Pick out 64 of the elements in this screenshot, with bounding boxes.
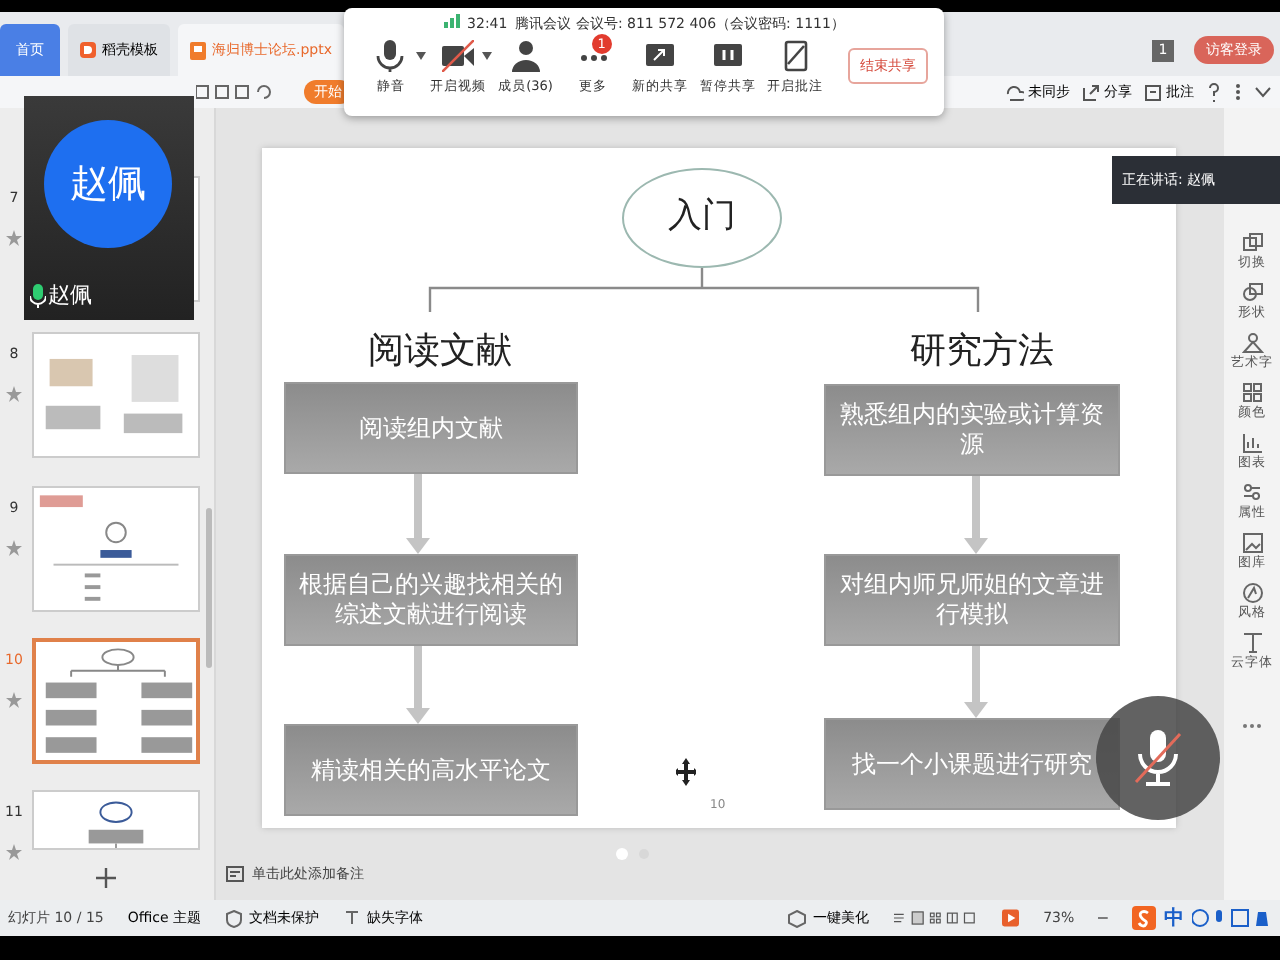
step-box: 精读相关的高水平论文	[284, 724, 578, 816]
star-icon[interactable]	[6, 229, 22, 245]
color-icon	[1241, 382, 1263, 404]
caret-icon[interactable]	[415, 51, 426, 59]
gallery-icon	[1241, 532, 1263, 554]
star-icon[interactable]	[6, 843, 22, 859]
more-icon	[577, 53, 610, 61]
font-icon	[343, 910, 360, 926]
switch-icon	[1241, 232, 1263, 254]
microphone-icon	[30, 283, 46, 308]
star-icon[interactable]	[6, 539, 22, 555]
chart-icon	[1241, 432, 1263, 454]
step-box: 阅读组内文献	[284, 382, 578, 474]
step-box: 找一个小课题进行研究	[824, 718, 1120, 810]
shield-icon	[225, 909, 242, 927]
props-icon	[1241, 482, 1263, 504]
help-icon[interactable]	[1206, 82, 1222, 102]
step-box: 对组内师兄师姐的文章进行模拟	[824, 554, 1120, 646]
more-icon[interactable]	[1234, 82, 1242, 102]
slide-thumbnail[interactable]	[32, 332, 200, 458]
mic-icon	[374, 39, 407, 71]
pause-icon	[711, 39, 744, 71]
participant-name: 赵佩	[48, 279, 92, 311]
file-icon	[190, 41, 206, 59]
step-box: 熟悉组内的实验或计算资源	[824, 384, 1120, 476]
add-slide-icon[interactable]	[96, 868, 116, 888]
share-icon	[644, 39, 677, 71]
arrow	[962, 476, 990, 554]
slide-thumbnail[interactable]	[32, 486, 200, 612]
signal-icon	[443, 14, 460, 28]
step-box: 根据自己的兴趣找相关的综述文献进行阅读	[284, 554, 578, 646]
star-icon[interactable]	[6, 385, 22, 401]
muted-microphone-icon	[1134, 728, 1182, 788]
ime-logo-icon[interactable]	[1131, 906, 1156, 930]
avatar-circle: 赵佩	[44, 120, 172, 248]
sync-icon	[1006, 83, 1024, 101]
ime-toolbar-icon[interactable]	[1191, 908, 1272, 928]
root-node: 入门	[622, 168, 782, 268]
more-icon[interactable]	[1242, 722, 1262, 730]
style-icon	[1241, 582, 1263, 604]
comment-icon	[1144, 83, 1162, 101]
art-icon	[1241, 332, 1263, 354]
caret-icon[interactable]	[482, 51, 493, 59]
share-icon	[1082, 83, 1100, 101]
branch-heading: 研究方法	[908, 328, 1056, 376]
view-mode-icon[interactable]	[893, 908, 979, 928]
slide-thumbnail[interactable]	[32, 790, 200, 850]
document-icon	[80, 42, 96, 58]
ime-language[interactable]: 中	[1163, 903, 1184, 933]
star-icon[interactable]	[6, 691, 22, 707]
play-icon[interactable]	[1002, 904, 1020, 932]
cursor-icon	[676, 758, 696, 786]
slide-thumbnail[interactable]	[32, 638, 200, 764]
branch-heading: 阅读文献	[366, 328, 514, 376]
annotate-icon	[779, 39, 812, 71]
arrow	[404, 646, 432, 724]
font-icon	[1241, 632, 1263, 654]
note-icon	[226, 865, 244, 884]
arrow	[404, 474, 432, 554]
members-icon	[509, 39, 542, 71]
video-icon	[442, 39, 475, 71]
shape-icon	[1241, 282, 1263, 304]
arrow	[962, 646, 990, 718]
collapse-icon[interactable]	[1254, 86, 1272, 98]
